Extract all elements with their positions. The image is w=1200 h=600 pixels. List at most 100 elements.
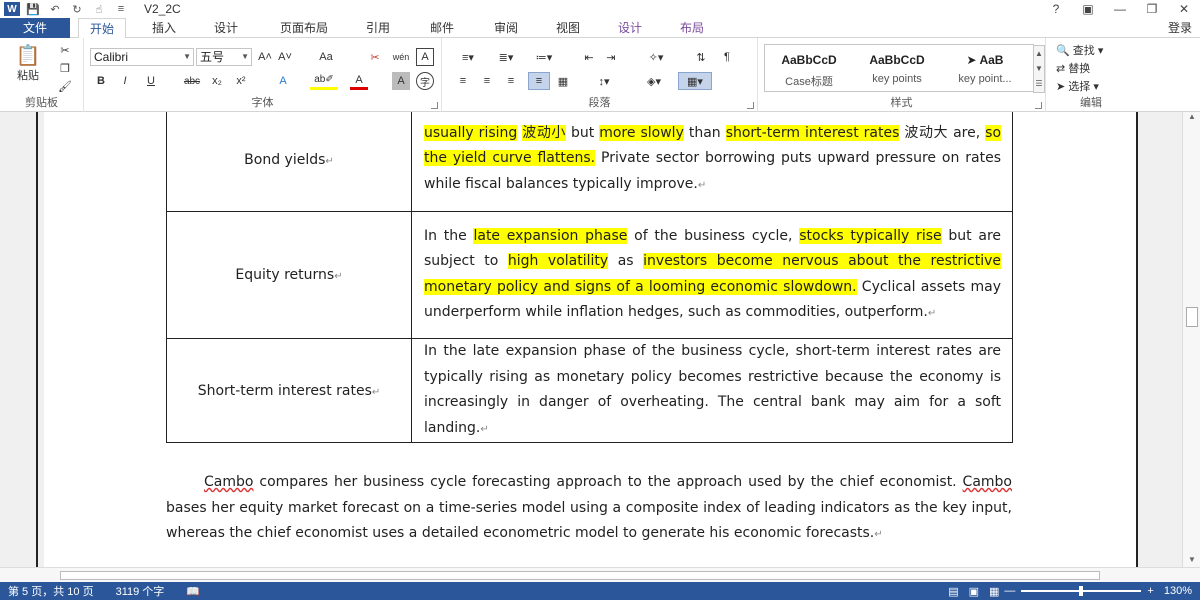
grow-font-button[interactable]: A˄: [256, 48, 274, 66]
show-marks-icon[interactable]: ¶: [718, 48, 736, 66]
copy-icon[interactable]: ❐: [56, 60, 74, 76]
style-case-title[interactable]: AaBbCcD Case标题: [767, 45, 851, 91]
phonetic-guide-button[interactable]: wén: [390, 48, 412, 66]
font-name-dropdown[interactable]: Calibri ▼: [90, 48, 194, 66]
tab-table-design[interactable]: 设计: [608, 18, 652, 38]
tab-page-layout[interactable]: 页面布局: [268, 18, 340, 38]
paste-icon[interactable]: 📋: [12, 42, 44, 68]
numbering-icon[interactable]: ≣▾: [492, 48, 520, 66]
format-painter-icon[interactable]: 🖌: [56, 78, 74, 94]
restore-button[interactable]: ❐: [1136, 0, 1168, 18]
minimize-button[interactable]: —: [1104, 0, 1136, 18]
paragraph-dialog-launcher-icon[interactable]: [747, 102, 754, 109]
body-paragraph[interactable]: Cambo compares her business cycle foreca…: [166, 470, 1012, 548]
font-size-dropdown[interactable]: 五号 ▼: [196, 48, 252, 66]
increase-indent-icon[interactable]: ⇥: [602, 48, 620, 66]
clear-formatting-button[interactable]: ✂: [366, 48, 384, 66]
login-link[interactable]: 登录: [1168, 18, 1192, 38]
superscript-button[interactable]: x²: [232, 72, 250, 90]
zoom-level[interactable]: 130%: [1164, 585, 1192, 597]
justify-icon[interactable]: ≡: [528, 72, 550, 90]
vertical-scrollbar[interactable]: ▲ ▼: [1182, 112, 1200, 567]
character-shading-button[interactable]: A: [392, 72, 410, 90]
row-label-cell[interactable]: Bond yields↵: [166, 112, 412, 212]
table-row[interactable]: Bond yields↵ usually rising 波动小 but more…: [166, 112, 1013, 212]
horizontal-scroll-thumb[interactable]: [60, 571, 1100, 580]
style-key-points[interactable]: AaBbCcD key points: [855, 45, 939, 91]
undo-icon[interactable]: ↶: [46, 2, 64, 16]
document-area[interactable]: Bond yields↵ usually rising 波动小 but more…: [0, 112, 1182, 567]
customize-toolbar-icon[interactable]: ≡: [112, 2, 130, 16]
subscript-button[interactable]: x₂: [208, 72, 226, 90]
line-spacing-icon[interactable]: ↕▾: [590, 72, 618, 90]
row-label-cell[interactable]: Short-term interest rates↵: [166, 338, 412, 443]
row-body-cell[interactable]: In the late expansion phase of the busin…: [411, 338, 1013, 443]
row-body-cell[interactable]: usually rising 波动小 but more slowly than …: [411, 112, 1013, 212]
enclose-characters-button[interactable]: 字: [416, 72, 434, 90]
help-button[interactable]: ?: [1040, 0, 1072, 18]
tab-references[interactable]: 引用: [356, 18, 400, 38]
tab-file[interactable]: 文件: [0, 18, 70, 38]
distributed-icon[interactable]: ▦: [554, 72, 572, 90]
tab-design[interactable]: 设计: [204, 18, 248, 38]
ribbon-display-button[interactable]: ▣: [1072, 0, 1104, 18]
scroll-up-icon[interactable]: ▲: [1183, 112, 1200, 124]
styles-scroll-icon[interactable]: ▲ ▼ ☰: [1033, 45, 1045, 93]
multilevel-list-icon[interactable]: ≔▾: [530, 48, 558, 66]
italic-button[interactable]: I: [116, 72, 134, 90]
read-mode-icon[interactable]: ▤: [948, 585, 958, 598]
text-effects-button[interactable]: A: [274, 72, 292, 90]
save-icon[interactable]: 💾: [24, 2, 42, 16]
print-layout-icon[interactable]: ▣: [969, 585, 979, 598]
align-center-icon[interactable]: ≡: [478, 72, 496, 90]
cut-icon[interactable]: ✂: [56, 42, 74, 58]
proofing-icon[interactable]: 📖: [186, 585, 200, 598]
zoom-in-button[interactable]: +: [1147, 585, 1153, 597]
word-count[interactable]: 3119 个字: [116, 583, 165, 599]
tab-table-layout[interactable]: 布局: [670, 18, 714, 38]
tab-insert[interactable]: 插入: [142, 18, 186, 38]
paste-button[interactable]: 粘贴: [10, 68, 46, 82]
styles-dialog-launcher-icon[interactable]: [1035, 102, 1042, 109]
page[interactable]: Bond yields↵ usually rising 波动小 but more…: [44, 112, 1138, 567]
find-button[interactable]: 🔍 查找 ▾: [1056, 42, 1132, 58]
replace-button[interactable]: ⇄ 替换: [1056, 60, 1132, 76]
character-border-button[interactable]: A: [416, 48, 434, 66]
strikethrough-button[interactable]: abc: [180, 72, 204, 90]
borders-icon[interactable]: ▦▾: [678, 72, 712, 90]
content-table[interactable]: Bond yields↵ usually rising 波动小 but more…: [166, 112, 1013, 443]
sort-icon[interactable]: ⇅: [692, 48, 710, 66]
change-case-button[interactable]: Aa: [312, 48, 340, 66]
font-dialog-launcher-icon[interactable]: [431, 102, 438, 109]
redo-icon[interactable]: ↻: [68, 2, 86, 16]
chinese-layout-icon[interactable]: ✧▾: [642, 48, 670, 66]
zoom-out-button[interactable]: —: [1004, 585, 1015, 597]
select-button[interactable]: ➤ 选择 ▾: [1056, 78, 1132, 94]
tab-mailings[interactable]: 邮件: [420, 18, 464, 38]
highlight-button[interactable]: ab✐: [310, 72, 338, 90]
page-count[interactable]: 第 5 页，共 10 页: [8, 583, 94, 599]
horizontal-scrollbar[interactable]: [0, 567, 1200, 582]
web-layout-icon[interactable]: ▦: [989, 585, 999, 598]
row-body-cell[interactable]: In the late expansion phase of the busin…: [411, 211, 1013, 339]
zoom-slider[interactable]: [1021, 586, 1142, 596]
scroll-down-icon[interactable]: ▼: [1183, 555, 1200, 567]
style-key-point[interactable]: ➤ AaB key point...: [943, 45, 1027, 91]
align-right-icon[interactable]: ≡: [502, 72, 520, 90]
zoom-slider-knob[interactable]: [1079, 586, 1084, 596]
table-row[interactable]: Equity returns↵ In the late expansion ph…: [166, 211, 1013, 339]
tab-home[interactable]: 开始: [78, 18, 126, 39]
font-color-button[interactable]: A: [350, 72, 368, 90]
touch-mode-icon[interactable]: ☝: [90, 2, 108, 16]
tab-review[interactable]: 审阅: [484, 18, 528, 38]
tab-view[interactable]: 视图: [546, 18, 590, 38]
underline-button[interactable]: U: [142, 72, 160, 90]
shading-icon[interactable]: ◈▾: [640, 72, 668, 90]
close-button[interactable]: ✕: [1168, 0, 1200, 18]
row-label-cell[interactable]: Equity returns↵: [166, 211, 412, 339]
decrease-indent-icon[interactable]: ⇤: [580, 48, 598, 66]
bold-button[interactable]: B: [92, 72, 110, 90]
bullets-icon[interactable]: ≡▾: [454, 48, 482, 66]
align-left-icon[interactable]: ≡: [454, 72, 472, 90]
vertical-scroll-thumb[interactable]: [1186, 307, 1198, 327]
